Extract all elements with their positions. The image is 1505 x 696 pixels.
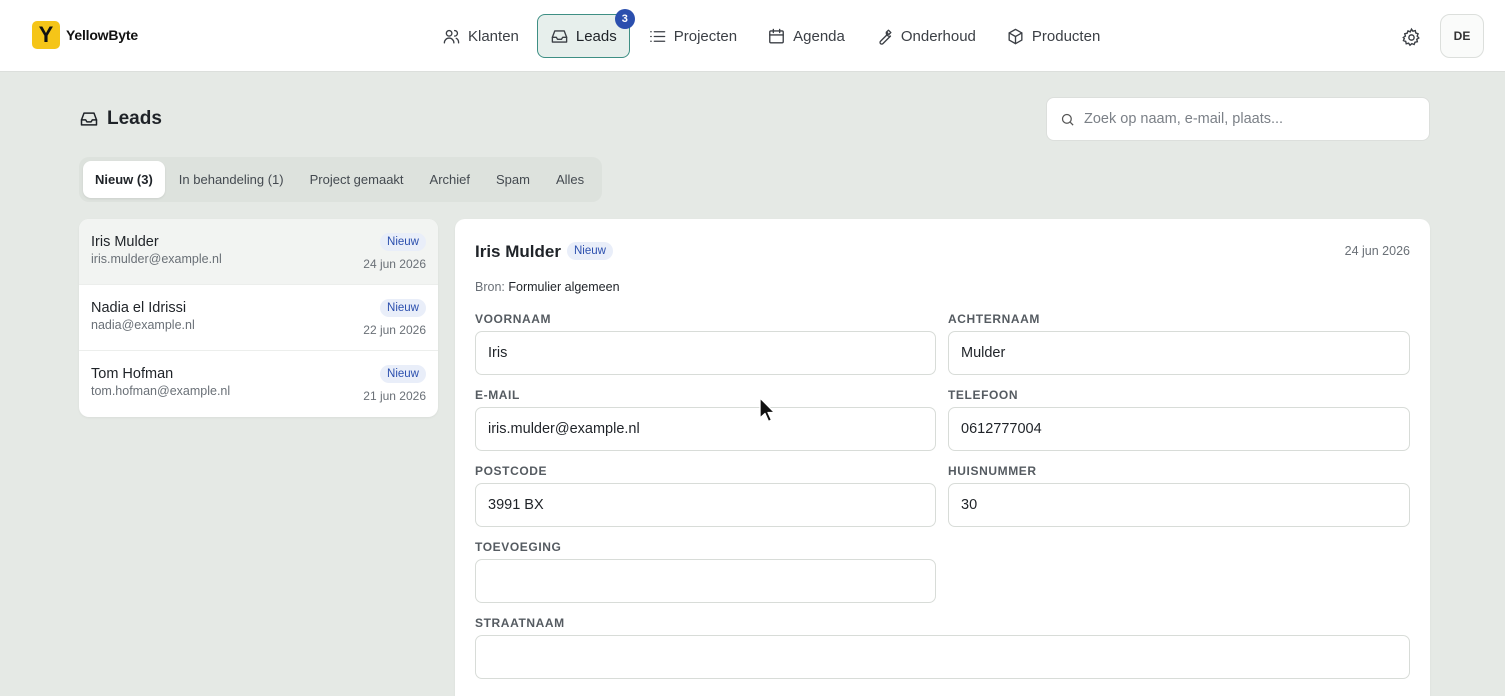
nav-item-leads[interactable]: Leads 3 xyxy=(536,9,635,58)
search-input[interactable] xyxy=(1084,111,1404,127)
huisnummer-field[interactable] xyxy=(948,483,1410,527)
nav-item-onderhoud[interactable]: Onderhoud xyxy=(863,14,988,58)
search-icon xyxy=(1061,113,1074,126)
list-item[interactable]: Iris Mulder iris.mulder@example.nl Nieuw… xyxy=(79,219,438,285)
users-icon xyxy=(443,29,460,44)
tab-spam[interactable]: Spam xyxy=(484,161,542,198)
top-navigation-bar: Y YellowByte Klanten Leads 3 Projecten A… xyxy=(0,0,1505,72)
nav-item-label: Producten xyxy=(1031,27,1101,45)
tab-project-gemaakt[interactable]: Project gemaakt xyxy=(298,161,416,198)
status-badge: Nieuw xyxy=(380,365,426,383)
wrench-icon xyxy=(879,28,892,45)
main-nav: Klanten Leads 3 Projecten Agenda Onderho… xyxy=(430,9,1118,58)
page-title-text: Leads xyxy=(107,108,162,129)
lead-name: Nadia el Idrissi xyxy=(91,300,187,316)
page-title: Leads xyxy=(79,108,162,130)
nav-item-label: Onderhoud xyxy=(900,27,976,45)
toevoeging-label: TOEVOEGING xyxy=(475,540,562,554)
list-item[interactable]: Nadia el Idrissi nadia@example.nl Nieuw … xyxy=(79,285,438,351)
list-icon xyxy=(649,30,666,42)
list-item[interactable]: Tom Hofman tom.hofman@example.nl Nieuw 2… xyxy=(79,351,438,417)
straatnaam-label: STRAATNAAM xyxy=(475,616,565,630)
source-value: Formulier algemeen xyxy=(508,280,620,294)
lead-list: Iris Mulder iris.mulder@example.nl Nieuw… xyxy=(79,219,438,417)
lead-date: 24 jun 2026 xyxy=(363,257,426,271)
huisnummer-label: HUISNUMMER xyxy=(948,464,1037,478)
lead-email: iris.mulder@example.nl xyxy=(91,252,222,266)
brand-name: YellowByte xyxy=(66,27,138,43)
postcode-label: POSTCODE xyxy=(475,464,548,478)
tab-alles[interactable]: Alles xyxy=(544,161,596,198)
nav-item-klanten[interactable]: Klanten xyxy=(430,14,531,58)
status-tabs: Nieuw (3) In behandeling (1) Project gem… xyxy=(79,157,603,202)
calendar-icon xyxy=(769,28,785,44)
box-icon xyxy=(1008,28,1023,44)
lead-date: 21 jun 2026 xyxy=(363,389,426,403)
telefoon-label: TELEFOON xyxy=(948,388,1019,402)
telefoon-field[interactable] xyxy=(948,407,1410,451)
toevoeging-field[interactable] xyxy=(475,559,936,603)
nav-item-producten[interactable]: Producten xyxy=(994,14,1112,58)
inbox-icon xyxy=(551,29,568,43)
gear-icon xyxy=(1401,27,1420,46)
nav-item-agenda[interactable]: Agenda xyxy=(755,14,857,58)
brand[interactable]: Y YellowByte xyxy=(32,21,138,49)
detail-lead-name: Iris Mulder xyxy=(475,242,561,261)
postcode-field[interactable] xyxy=(475,483,936,527)
nav-item-label: Agenda xyxy=(793,27,845,45)
straatnaam-field[interactable] xyxy=(475,635,1410,679)
status-badge: Nieuw xyxy=(567,242,613,260)
voornaam-field[interactable] xyxy=(475,331,936,375)
user-avatar[interactable]: DE xyxy=(1440,14,1484,58)
status-badge: Nieuw xyxy=(380,233,426,251)
search-box xyxy=(1046,97,1430,141)
lead-name: Iris Mulder xyxy=(91,234,159,250)
lead-email: tom.hofman@example.nl xyxy=(91,384,231,398)
lead-date: 22 jun 2026 xyxy=(363,323,426,337)
nav-item-label: Leads xyxy=(575,27,617,45)
tab-archief[interactable]: Archief xyxy=(418,161,482,198)
email-field[interactable] xyxy=(475,407,936,451)
nav-item-label: Projecten xyxy=(673,27,738,45)
mouse-cursor-icon xyxy=(759,397,776,423)
brand-logo: Y xyxy=(32,21,60,49)
email-label: E-MAIL xyxy=(475,388,520,402)
inbox-icon xyxy=(80,112,98,126)
nav-item-label: Klanten xyxy=(468,27,519,45)
achternaam-label: ACHTERNAAM xyxy=(948,312,1040,326)
status-badge: Nieuw xyxy=(380,299,426,317)
achternaam-field[interactable] xyxy=(948,331,1410,375)
source-label: Bron: xyxy=(475,280,505,294)
nav-item-projecten[interactable]: Projecten xyxy=(636,14,749,58)
detail-date: 24 jun 2026 xyxy=(1344,244,1410,258)
leads-count-badge: 3 xyxy=(614,9,635,29)
lead-detail-panel: Iris Mulder Nieuw 24 jun 2026 Bron: Form… xyxy=(455,219,1430,696)
settings-button[interactable] xyxy=(1396,22,1426,52)
lead-source: Bron: Formulier algemeen xyxy=(475,280,620,294)
lead-email: nadia@example.nl xyxy=(91,318,195,332)
tab-nieuw[interactable]: Nieuw (3) xyxy=(83,161,165,198)
voornaam-label: VOORNAAM xyxy=(475,312,552,326)
tab-in-behandeling[interactable]: In behandeling (1) xyxy=(167,161,296,198)
lead-name: Tom Hofman xyxy=(91,366,174,382)
